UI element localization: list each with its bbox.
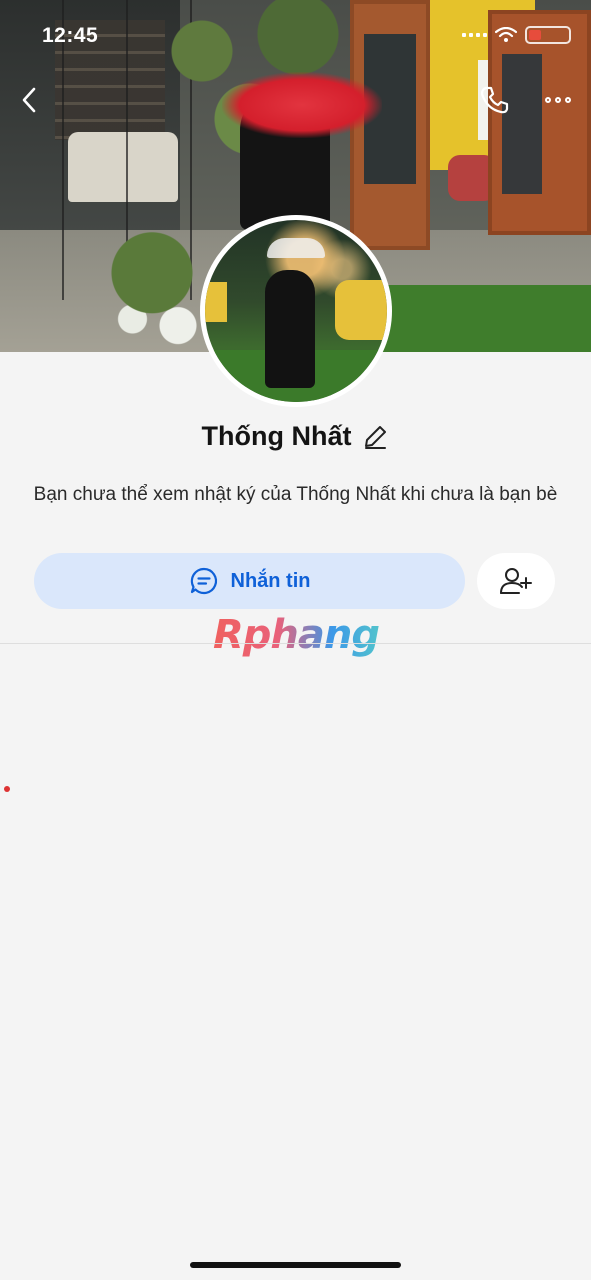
phone-icon[interactable] xyxy=(478,84,510,116)
battery-icon xyxy=(525,26,571,44)
wifi-icon xyxy=(495,27,517,42)
chat-bubble-icon xyxy=(190,567,217,595)
redaction-scribble xyxy=(222,72,382,138)
profile-name: Thống Nhất xyxy=(201,421,352,451)
watermark: Rphang xyxy=(206,612,386,658)
signal-icon xyxy=(462,33,487,37)
avatar-photo xyxy=(205,220,387,402)
cover-scene-grass xyxy=(380,285,591,352)
message-button[interactable]: Nhắn tin xyxy=(34,553,465,609)
divider xyxy=(0,643,591,644)
back-icon[interactable] xyxy=(14,84,46,116)
add-user-icon xyxy=(500,568,532,594)
red-dot xyxy=(4,786,10,792)
profile-name-row: Thống Nhất xyxy=(0,421,591,452)
privacy-notice: Bạn chưa thể xem nhật ký của Thống Nhất … xyxy=(33,484,558,505)
add-friend-button[interactable] xyxy=(477,553,555,609)
status-indicators xyxy=(462,26,571,44)
home-indicator xyxy=(190,1262,401,1268)
status-time: 12:45 xyxy=(42,24,99,47)
message-button-label: Nhắn tin xyxy=(230,569,311,592)
avatar[interactable] xyxy=(200,215,392,407)
pencil-icon[interactable] xyxy=(361,423,389,451)
more-options-icon[interactable] xyxy=(540,86,576,114)
